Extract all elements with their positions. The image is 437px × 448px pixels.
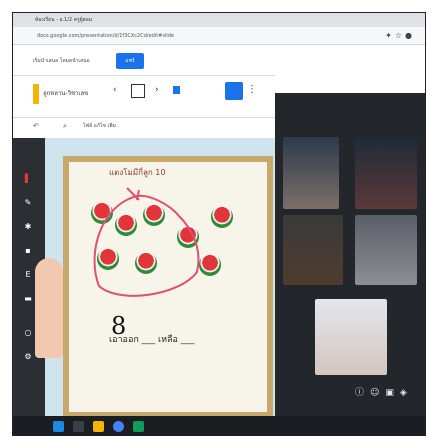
search-icon[interactable] xyxy=(73,421,84,432)
watermelon-icon xyxy=(211,206,233,228)
share-button[interactable]: แชร์ xyxy=(116,53,144,69)
circle-icon[interactable]: ○ xyxy=(23,328,33,338)
slide-thumb-icon[interactable] xyxy=(131,84,145,98)
activities-icon[interactable]: ◈ xyxy=(400,388,413,398)
more-icon[interactable]: ⋮ xyxy=(247,84,257,95)
settings-icon[interactable]: ⚙ xyxy=(23,352,33,362)
equation-text: เอาออก ___ เหลือ ___ xyxy=(109,335,195,345)
browser-icons: ✦☆● xyxy=(385,31,415,40)
slide-title: แตงโมมีกี่ลูก 10 xyxy=(109,168,166,177)
video-tile-self[interactable] xyxy=(315,299,387,375)
meet-panel: ⓘ☺▣◈ xyxy=(275,93,425,423)
share-icon[interactable] xyxy=(225,82,243,100)
browser-tab-strip: ห้องเรียน - อ.1/2 ครูผู้สอน xyxy=(13,13,425,27)
slides-logo-icon xyxy=(33,84,39,104)
slide-canvas: ▌ ✎ ✱ ▪ E ▬ ○ ⚙ แตงโมมีกี่ลูก 10 8 เอาออ… xyxy=(13,138,275,418)
text-icon[interactable]: E xyxy=(23,270,33,280)
star-icon[interactable]: ☆ xyxy=(395,31,405,40)
clear-icon[interactable]: ▬ xyxy=(23,294,33,304)
meet-icon[interactable] xyxy=(133,421,144,432)
present-icon[interactable] xyxy=(173,86,180,94)
marker-icon[interactable]: ▌ xyxy=(23,174,33,184)
slide: แตงโมมีกี่ลูก 10 8 เอาออก ___ เหลือ ___ xyxy=(63,156,273,418)
chat-icon[interactable]: ▣ xyxy=(385,388,400,398)
video-tile[interactable] xyxy=(283,215,343,285)
ink-circle xyxy=(93,187,200,297)
video-tile[interactable] xyxy=(283,137,339,209)
format-toolbar: ↶ ⌕ ไฟล์ แก้ไข เพิ่ม xyxy=(13,117,275,135)
meet-controls: ⓘ☺▣◈ xyxy=(355,385,413,398)
chrome-icon[interactable] xyxy=(113,421,124,432)
people-icon[interactable]: ☺ xyxy=(370,388,385,398)
pointer-icon[interactable]: ✱ xyxy=(23,222,33,232)
url-text[interactable]: docs.google.com/presentation/d/1f3CXc2Cd… xyxy=(37,32,247,41)
doc-toolbar: ลูกหลาน-วิชาเลข ‹ › ⋮ xyxy=(13,75,275,111)
pen-icon[interactable]: ✎ xyxy=(23,198,33,208)
browser-tab[interactable]: ห้องเรียน - อ.1/2 ครูผู้สอน xyxy=(35,15,155,25)
screen: ห้องเรียน - อ.1/2 ครูผู้สอน docs.google.… xyxy=(12,12,426,436)
doc-menu[interactable]: ไฟล์ แก้ไข เพิ่ม xyxy=(83,122,116,130)
video-tile[interactable] xyxy=(355,137,417,209)
forward-icon[interactable]: › xyxy=(155,85,159,95)
doc-title[interactable]: ลูกหลาน-วิชาเลข xyxy=(43,88,88,98)
extension-icon[interactable]: ✦ xyxy=(385,31,395,40)
profile-icon[interactable]: ● xyxy=(405,31,415,40)
eraser-icon[interactable]: ▪ xyxy=(23,246,33,256)
share-bar: เริ่มนำเสนอ โหมดนำเสนอ แชร์ xyxy=(13,45,273,75)
back-icon[interactable]: ‹ xyxy=(113,85,117,95)
share-bar-text: เริ่มนำเสนอ โหมดนำเสนอ xyxy=(33,58,90,64)
taskbar xyxy=(13,416,425,435)
zoom-icon[interactable]: ⌕ xyxy=(63,122,67,131)
files-icon[interactable] xyxy=(93,421,104,432)
address-bar[interactable]: docs.google.com/presentation/d/1f3CXc2Cd… xyxy=(13,27,425,45)
presenter-hand xyxy=(35,258,63,358)
video-tile[interactable] xyxy=(355,215,417,285)
start-icon[interactable] xyxy=(53,421,64,432)
info-icon[interactable]: ⓘ xyxy=(355,388,370,398)
undo-icon[interactable]: ↶ xyxy=(33,122,39,130)
